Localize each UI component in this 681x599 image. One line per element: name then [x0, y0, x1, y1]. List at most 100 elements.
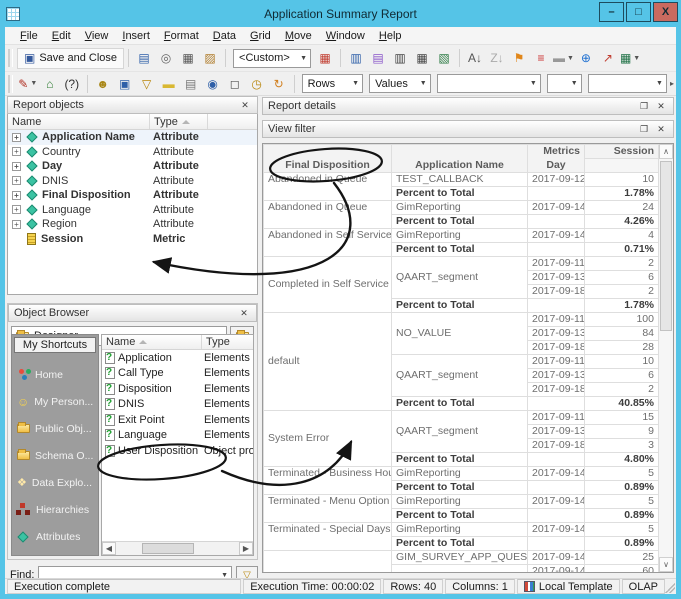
copy-grid-button[interactable]: ▣	[114, 73, 136, 94]
minimize-button[interactable]: –	[599, 2, 624, 22]
rows-axis-select[interactable]: Rows ▼	[301, 74, 364, 93]
toolbar-overflow-icon[interactable]: ▸	[670, 79, 676, 88]
report-objects-close-icon[interactable]: ✕	[238, 99, 252, 112]
cell-day[interactable]: 2017-09-11	[527, 312, 585, 327]
expand-icon[interactable]: +	[12, 176, 21, 186]
object-item-dnis[interactable]: DNIS Elements prc	[102, 397, 253, 413]
cell-final-disposition[interactable]: Abandoned in Self Service	[263, 228, 392, 257]
cell-session-value[interactable]: 5	[584, 494, 658, 509]
cell-day[interactable]	[527, 396, 585, 411]
cell-final-disposition[interactable]	[263, 550, 392, 572]
cell-final-disposition[interactable]: Abandoned in Queue	[263, 200, 392, 229]
cell-day[interactable]: 2017-09-18	[527, 284, 585, 299]
grid-row[interactable]: GIM_SURVEY_APP_QUESTIONS2017-09-1425	[263, 550, 658, 572]
help-button[interactable]: (?)	[61, 73, 83, 94]
cell-final-disposition[interactable]: Completed in Self Service	[263, 256, 392, 313]
cell-final-disposition[interactable]: System Error	[263, 410, 392, 467]
tree-item-region[interactable]: + Region Attribute	[8, 217, 257, 232]
cell-day[interactable]	[527, 536, 585, 551]
grid-row[interactable]: default NO_VALUE 2017-09-11 100	[263, 312, 658, 411]
cell-session-value[interactable]: 10	[584, 354, 658, 369]
cell-day[interactable]: 2017-09-14	[527, 200, 585, 215]
grid-outline-button[interactable]: ▦	[411, 48, 433, 69]
cell-session-value[interactable]: 10	[584, 172, 658, 187]
schedule-button[interactable]: ◷	[246, 73, 268, 94]
expand-icon[interactable]: +	[12, 147, 21, 157]
menu-grid[interactable]: Grid	[243, 30, 278, 42]
cell-day[interactable]: 2017-09-13	[527, 368, 585, 383]
grid-banding-button[interactable]: ▤	[367, 48, 389, 69]
cell-application-name[interactable]: Percent to Total	[391, 214, 528, 229]
column-header-day[interactable]: Day	[527, 158, 585, 173]
cell-day[interactable]: 2017-09-14	[527, 522, 585, 537]
grid-row[interactable]: Abandoned in Queue TEST_CALLBACK 2017-09-1…	[263, 172, 658, 201]
cell-application-name[interactable]: Percent to Total	[391, 186, 528, 201]
cell-day[interactable]: 2017-09-18	[527, 382, 585, 397]
column-header-name[interactable]: Name	[8, 114, 150, 129]
menu-edit[interactable]: Edit	[45, 30, 78, 42]
cell-application-name[interactable]: GimReporting	[391, 522, 528, 537]
related-reports-button[interactable]: ▤	[180, 73, 202, 94]
object-item-application[interactable]: Application Elements prc	[102, 350, 253, 366]
export-report-button[interactable]: ↗	[597, 48, 619, 69]
cell-day[interactable]	[527, 508, 585, 523]
cell-day[interactable]: 2017-09-13	[527, 270, 585, 285]
notes-button[interactable]: ▬	[158, 73, 180, 94]
grid-row[interactable]: Terminated - Menu Option GimReporting 2017…	[263, 494, 658, 523]
cell-session-value[interactable]: 100	[584, 312, 658, 327]
column-header-final-disposition[interactable]: Final Disposition	[263, 158, 392, 173]
object-browser-close-icon[interactable]: ✕	[237, 307, 251, 320]
menu-data[interactable]: Data	[206, 30, 243, 42]
threshold-style-button[interactable]: ▬ ▼	[552, 48, 575, 69]
expand-icon[interactable]: +	[12, 205, 21, 215]
cell-session-value[interactable]: 4	[584, 228, 658, 243]
grid-row[interactable]: Completed in Self Service QAART_segment 20…	[263, 256, 658, 313]
horizontal-scrollbar[interactable]: ◀ ▶	[102, 541, 253, 555]
cell-session-value[interactable]: 5	[584, 466, 658, 481]
expand-icon[interactable]: +	[12, 219, 21, 229]
add-to-report-button[interactable]: ⊕	[575, 48, 597, 69]
query-details-button[interactable]: ☻	[92, 73, 114, 94]
column-header-name[interactable]: Name	[102, 335, 202, 349]
go-to-design-button[interactable]: ⌂	[39, 73, 61, 94]
cell-session-value[interactable]: 15	[584, 410, 658, 425]
cell-final-disposition[interactable]: default	[263, 312, 392, 411]
save-and-close-button[interactable]: ▣ Save and Close	[17, 47, 125, 69]
cell-session-value[interactable]: 25	[584, 550, 658, 565]
cell-session-value[interactable]: 28	[584, 340, 658, 355]
cell-day[interactable]: 2017-09-14	[527, 550, 585, 565]
cell-day[interactable]: 2017-09-18	[527, 438, 585, 453]
cell-session-value[interactable]: 40.85%	[584, 396, 658, 411]
grid-merge-headers-button[interactable]: ▥	[389, 48, 411, 69]
grid-row[interactable]: Terminated - Special Days GimReporting 201…	[263, 522, 658, 551]
object-item-disposition[interactable]: Disposition Elements prc	[102, 381, 253, 397]
cell-day[interactable]	[527, 186, 585, 201]
cell-day[interactable]: 2017-09-11	[527, 354, 585, 369]
shortcut-public-obj-[interactable]: Public Obj...	[14, 415, 96, 442]
tree-item-country[interactable]: + Country Attribute	[8, 145, 257, 160]
menu-format[interactable]: Format	[157, 30, 206, 42]
cell-final-disposition[interactable]: Abandoned in Queue	[263, 172, 392, 201]
empty-select-3[interactable]: ▼	[587, 74, 667, 93]
object-item-call-type[interactable]: Call Type Elements prc	[102, 366, 253, 382]
cell-day[interactable]	[527, 480, 585, 495]
cell-session-value[interactable]: 4.80%	[584, 452, 658, 467]
cell-application-name[interactable]: Percent to Total	[391, 242, 528, 257]
cell-session-value[interactable]: 6	[584, 270, 658, 285]
tree-item-day[interactable]: + Day Attribute	[8, 159, 257, 174]
cell-session-value[interactable]: 60	[584, 564, 658, 572]
cell-session-value[interactable]: 0.71%	[584, 242, 658, 257]
design-view-button[interactable]: ▦	[314, 48, 336, 69]
shortcut-attributes[interactable]: Attributes	[14, 523, 96, 550]
scroll-thumb[interactable]	[142, 543, 194, 554]
grid-row[interactable]: Abandoned in Queue GimReporting 2017-09-14…	[263, 200, 658, 229]
grid-row[interactable]: System Error QAART_segment 2017-09-11 15	[263, 410, 658, 467]
cell-session-value[interactable]: 2	[584, 284, 658, 299]
cell-day[interactable]	[527, 214, 585, 229]
cell-day[interactable]: 2017-09-13	[527, 424, 585, 439]
tree-item-dnis[interactable]: + DNIS Attribute	[8, 174, 257, 189]
cell-session-value[interactable]: 0.89%	[584, 508, 658, 523]
cell-session-value[interactable]: 9	[584, 424, 658, 439]
export-excel-button[interactable]: ▦ ▼	[619, 48, 641, 69]
cell-application-name[interactable]: GimReporting	[391, 494, 528, 509]
